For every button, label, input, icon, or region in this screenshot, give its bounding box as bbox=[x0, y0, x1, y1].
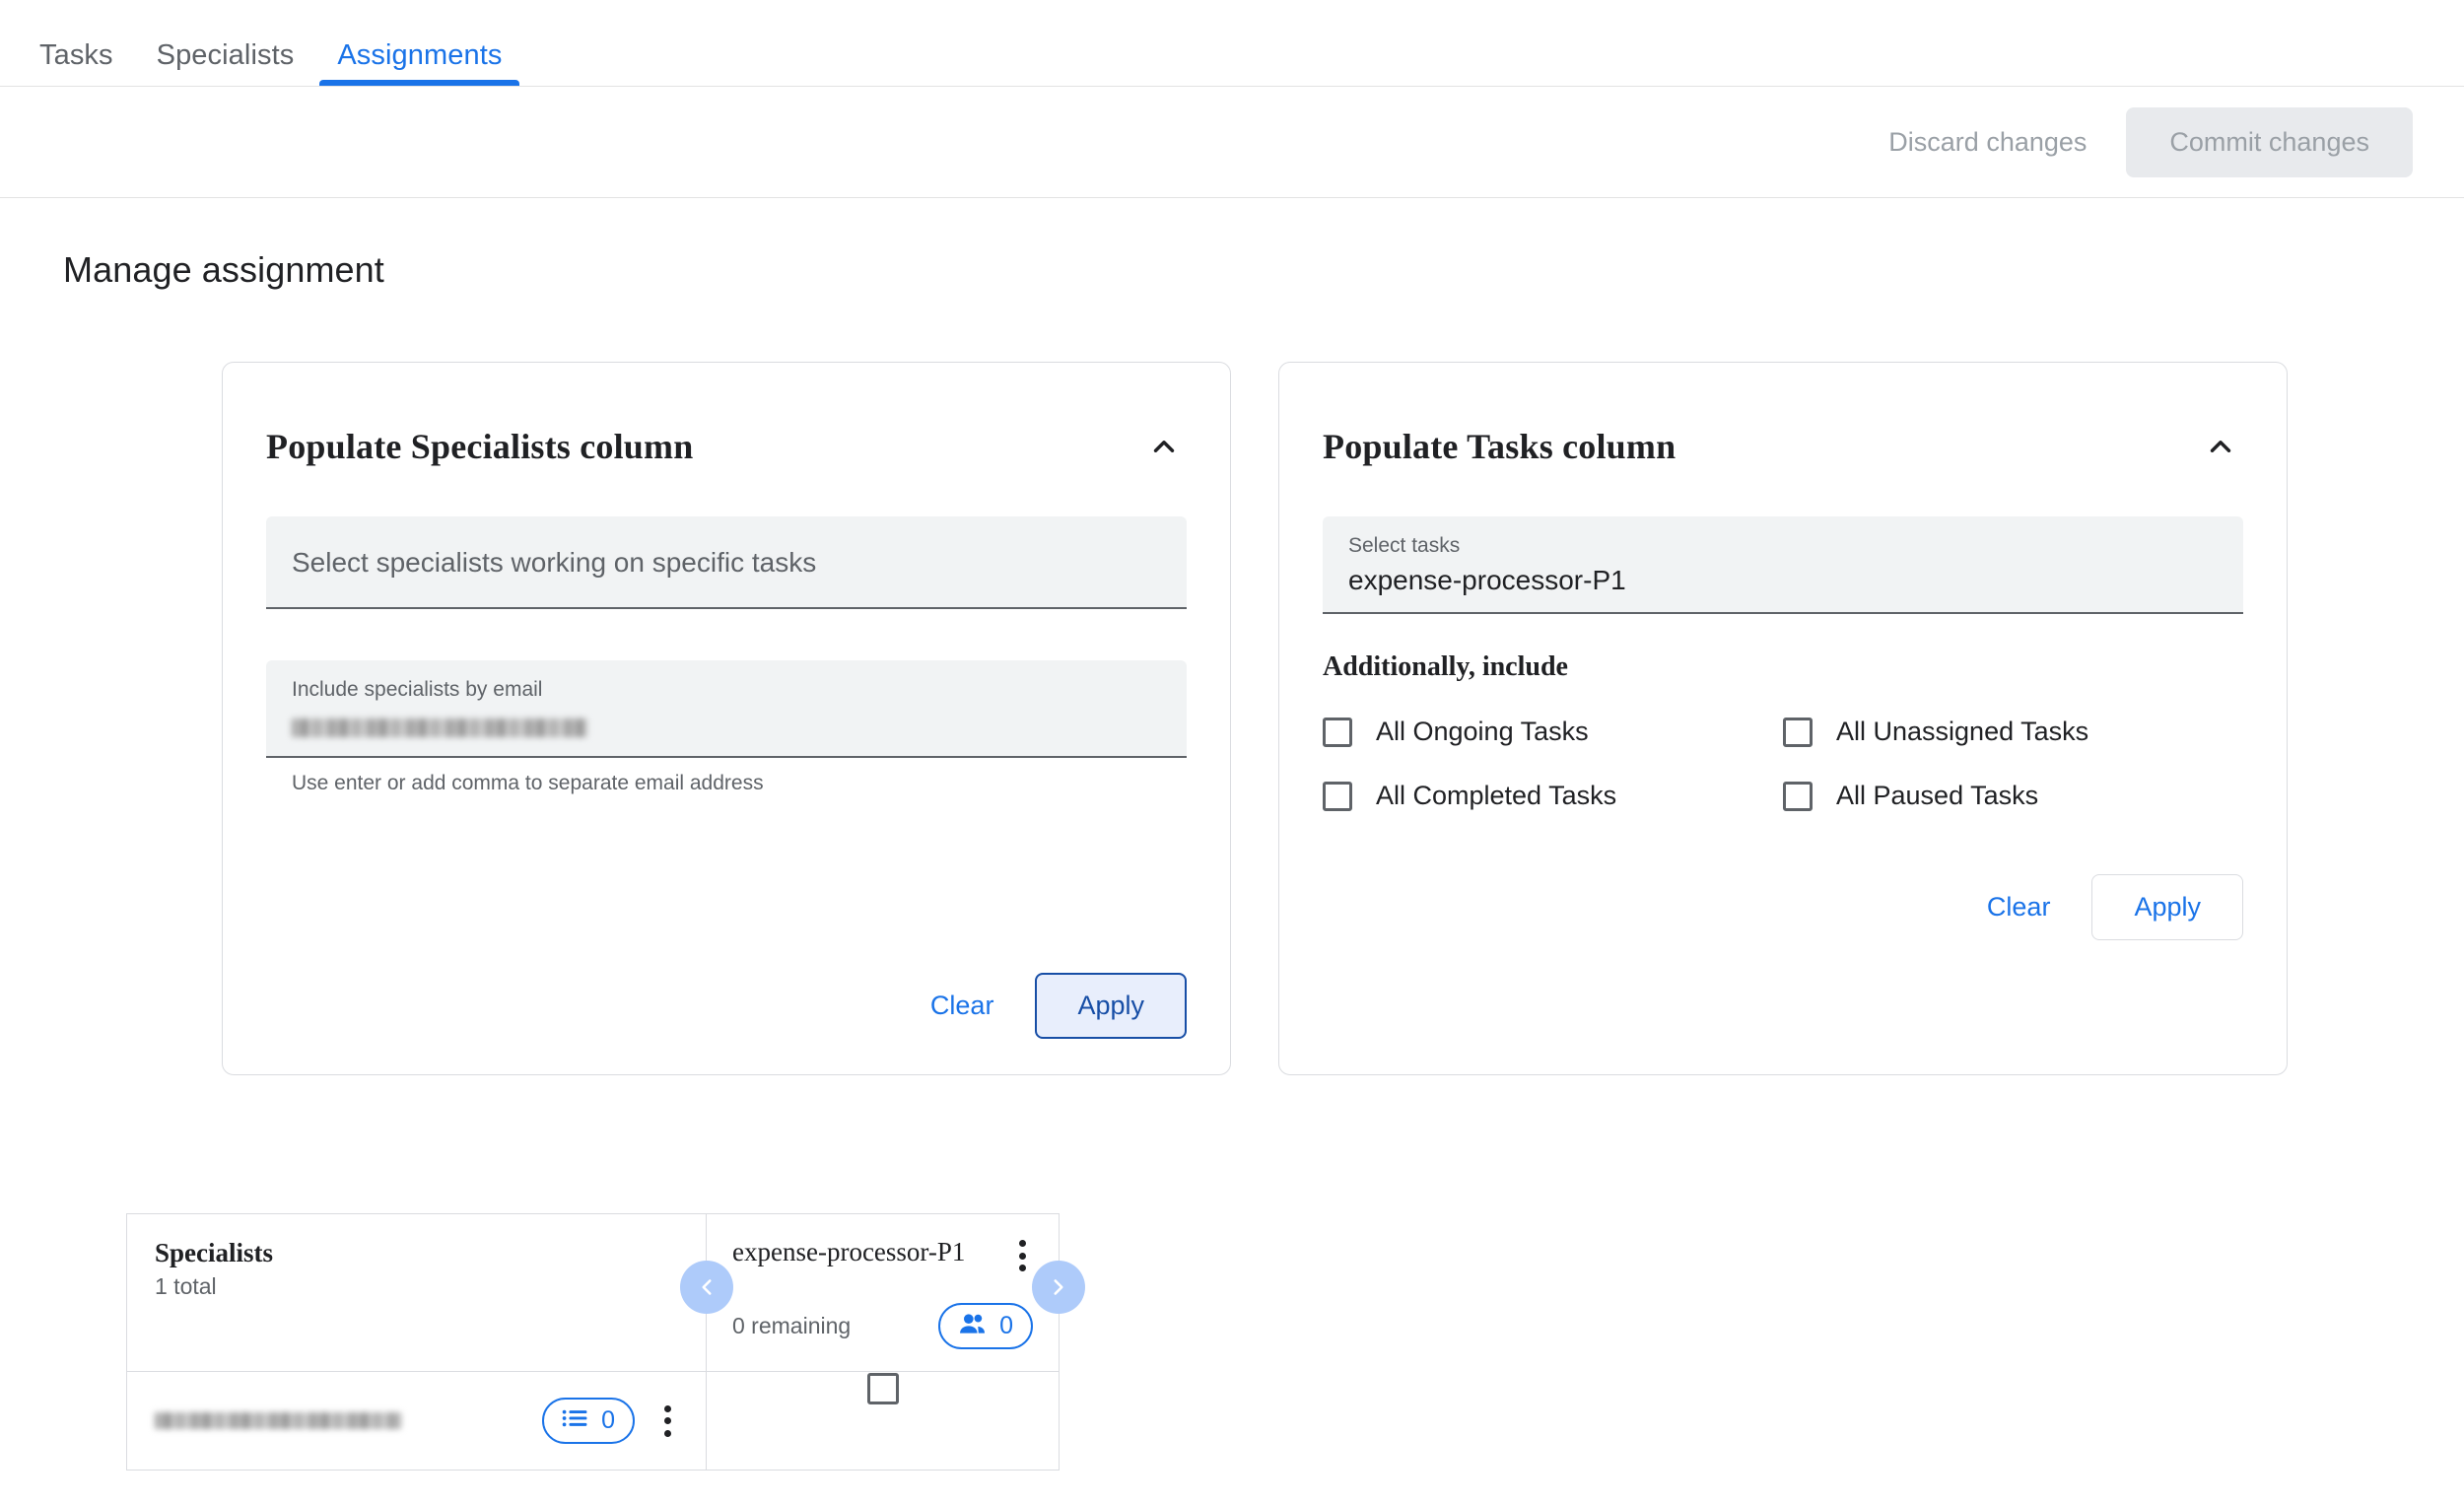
tab-tasks-label: Tasks bbox=[39, 39, 113, 71]
populate-tasks-card: Populate Tasks column Select tasks expen… bbox=[1278, 362, 2288, 1076]
assignment-matrix: Specialists 1 total expense-processor-P1 bbox=[126, 1213, 1085, 1471]
task-header-top-row: expense-processor-P1 bbox=[732, 1236, 1033, 1275]
specialists-card-actions: Clear Apply bbox=[266, 973, 1187, 1040]
checkbox-box-icon bbox=[1783, 717, 1813, 747]
assignment-cell bbox=[706, 1371, 1060, 1471]
task-column-name: expense-processor-P1 bbox=[732, 1237, 966, 1267]
tasks-apply-button[interactable]: Apply bbox=[2091, 874, 2243, 941]
task-people-count: 0 bbox=[999, 1312, 1013, 1340]
include-specialists-email-value bbox=[292, 709, 1161, 740]
specialist-list-count: 0 bbox=[601, 1406, 615, 1435]
checkbox-box-icon bbox=[1323, 781, 1352, 811]
tasks-card-actions: Clear Apply bbox=[1323, 874, 2243, 941]
chevron-left-icon[interactable] bbox=[680, 1261, 733, 1315]
tab-assignments-label: Assignments bbox=[337, 39, 503, 71]
specialists-header-cell: Specialists 1 total bbox=[126, 1213, 707, 1373]
checkbox-label: All Unassigned Tasks bbox=[1836, 717, 2089, 747]
task-people-chip[interactable]: 0 bbox=[938, 1303, 1033, 1350]
specialist-list-chip[interactable]: 0 bbox=[542, 1398, 635, 1445]
include-specialists-email-input[interactable]: Include specialists by email bbox=[266, 660, 1187, 759]
additional-task-filters: All Ongoing Tasks All Unassigned Tasks A… bbox=[1323, 717, 2243, 811]
specialists-card-title: Populate Specialists column bbox=[266, 427, 694, 466]
assignment-checkbox[interactable] bbox=[866, 1373, 899, 1405]
action-bar: Discard changes Commit changes bbox=[0, 87, 2464, 198]
checkbox-label: All Completed Tasks bbox=[1376, 781, 1617, 811]
select-tasks-value: expense-processor-P1 bbox=[1348, 565, 1626, 596]
checkbox-all-completed-tasks[interactable]: All Completed Tasks bbox=[1323, 781, 1783, 811]
task-column-header-cell: expense-processor-P1 0 remaining 0 bbox=[680, 1213, 1085, 1373]
populate-specialists-card: Populate Specialists column Select speci… bbox=[222, 362, 1231, 1076]
checkbox-label: All Paused Tasks bbox=[1836, 781, 2039, 811]
task-header-bottom-row: 0 remaining 0 bbox=[732, 1303, 1033, 1350]
checkbox-box-icon bbox=[1783, 781, 1813, 811]
kebab-menu-icon[interactable] bbox=[1011, 1236, 1033, 1275]
specialist-email bbox=[155, 1412, 520, 1430]
tab-specialists-label: Specialists bbox=[156, 39, 295, 71]
select-tasks-input[interactable]: Select tasks expense-processor-P1 bbox=[1323, 516, 2243, 615]
tasks-card-title: Populate Tasks column bbox=[1323, 427, 1677, 466]
checkbox-label: All Ongoing Tasks bbox=[1376, 717, 1589, 747]
include-specialists-email-label: Include specialists by email bbox=[292, 678, 543, 701]
page-title: Manage assignment bbox=[63, 249, 384, 290]
checkbox-all-unassigned-tasks[interactable]: All Unassigned Tasks bbox=[1783, 717, 2243, 747]
redacted-email bbox=[292, 718, 587, 738]
specialists-header-subtitle: 1 total bbox=[155, 1273, 217, 1300]
table-row: 0 bbox=[126, 1371, 1060, 1471]
discard-changes-button[interactable]: Discard changes bbox=[1867, 111, 2108, 173]
specialists-card-header: Populate Specialists column bbox=[266, 406, 1187, 479]
checkbox-box-icon bbox=[1323, 717, 1352, 747]
checkbox-all-ongoing-tasks[interactable]: All Ongoing Tasks bbox=[1323, 717, 1783, 747]
commit-changes-button[interactable]: Commit changes bbox=[2126, 106, 2413, 177]
list-icon bbox=[562, 1406, 589, 1435]
tasks-clear-button[interactable]: Clear bbox=[1963, 876, 2075, 938]
specialists-header-title: Specialists bbox=[155, 1238, 274, 1268]
assignment-cards: Populate Specialists column Select speci… bbox=[0, 291, 2464, 1076]
select-specialists-input[interactable]: Select specialists working on specific t… bbox=[266, 516, 1187, 609]
specialists-apply-button[interactable]: Apply bbox=[1035, 973, 1187, 1040]
people-icon bbox=[958, 1312, 988, 1340]
checkbox-all-paused-tasks[interactable]: All Paused Tasks bbox=[1783, 781, 2243, 811]
select-specialists-placeholder: Select specialists working on specific t… bbox=[292, 547, 817, 578]
assignment-matrix-wrapper: Specialists 1 total expense-processor-P1 bbox=[0, 1075, 2464, 1471]
redacted-email bbox=[155, 1412, 401, 1430]
chevron-up-icon[interactable] bbox=[1141, 424, 1187, 469]
task-remaining-count: 0 remaining bbox=[732, 1313, 852, 1339]
tab-tasks[interactable]: Tasks bbox=[18, 41, 135, 86]
chevron-right-icon[interactable] bbox=[1032, 1261, 1085, 1315]
kebab-menu-icon[interactable] bbox=[656, 1402, 678, 1441]
specialist-row-cell: 0 bbox=[126, 1371, 707, 1471]
tasks-card-header: Populate Tasks column bbox=[1323, 406, 2243, 479]
specialists-clear-button[interactable]: Clear bbox=[907, 975, 1018, 1037]
chevron-up-icon[interactable] bbox=[2198, 424, 2243, 469]
tab-specialists[interactable]: Specialists bbox=[135, 41, 316, 86]
additionally-include-label: Additionally, include bbox=[1323, 651, 1568, 683]
email-field-hint: Use enter or add comma to separate email… bbox=[292, 772, 764, 795]
select-tasks-label: Select tasks bbox=[1348, 534, 1461, 557]
tab-assignments[interactable]: Assignments bbox=[315, 41, 523, 86]
tab-bar: Tasks Specialists Assignments bbox=[0, 0, 2464, 87]
matrix-header-row: Specialists 1 total expense-processor-P1 bbox=[126, 1213, 1085, 1373]
